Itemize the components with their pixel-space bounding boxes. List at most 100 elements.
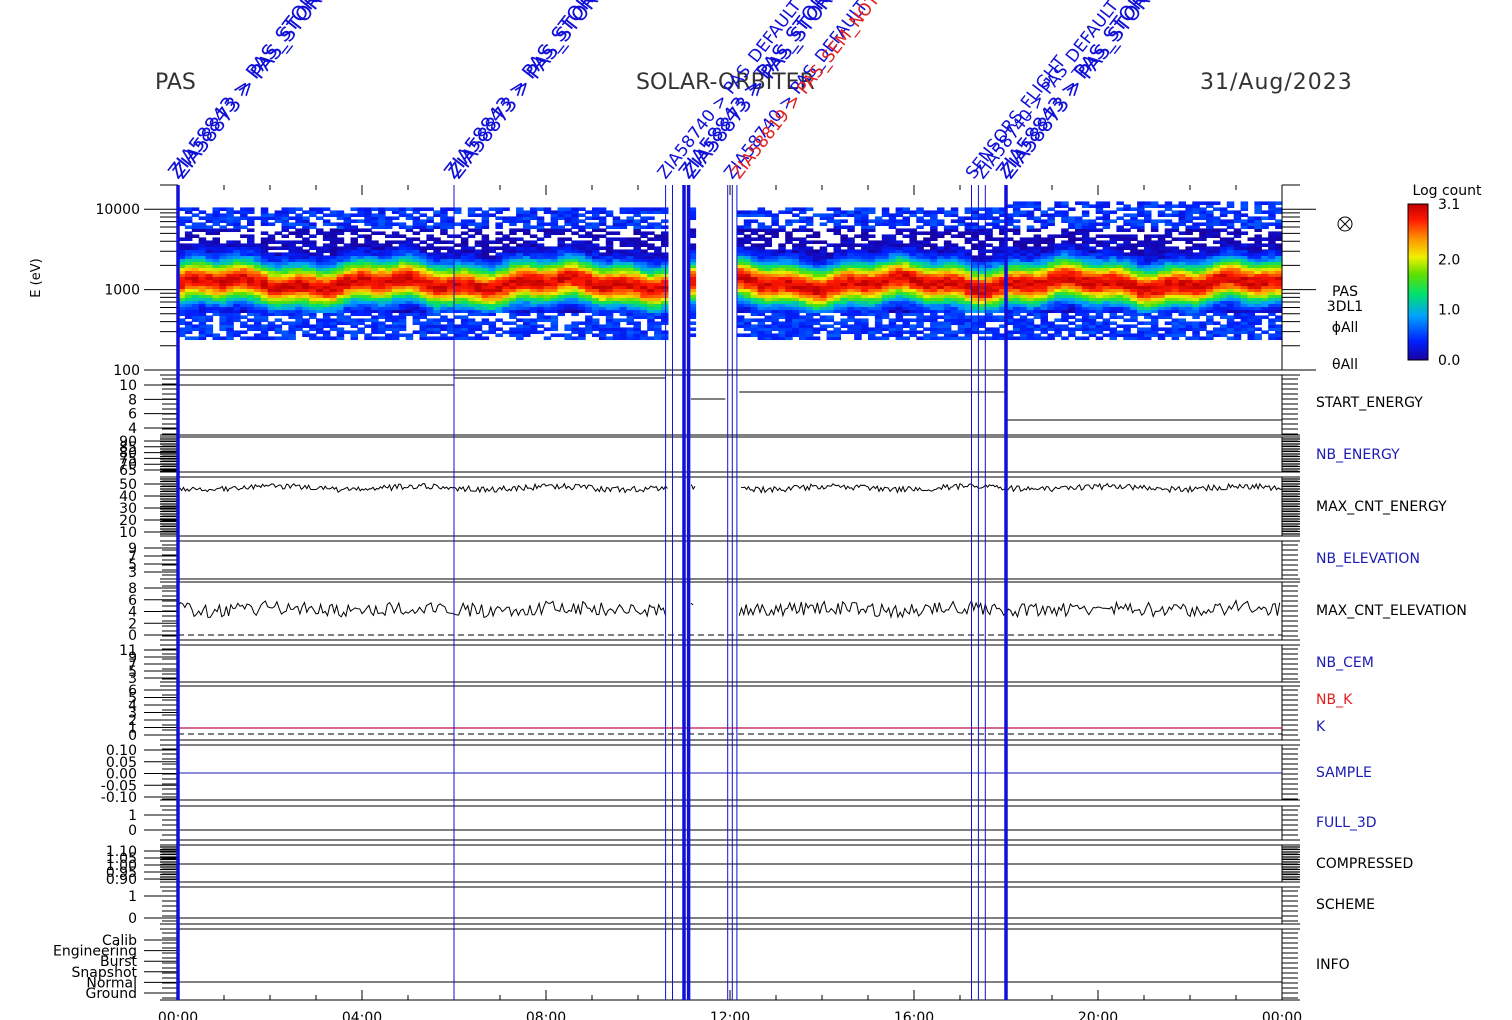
spectrogram-cell (854, 243, 862, 248)
spectrogram-cell (923, 333, 931, 338)
spectrogram-cell (1047, 207, 1055, 212)
spectrogram-cell (184, 336, 193, 341)
spectrogram-cell (454, 222, 462, 227)
spectrogram-cell (743, 318, 752, 323)
spectrogram-cell (792, 213, 800, 218)
spectrogram-cell (916, 207, 924, 212)
spectrogram-cell (1178, 237, 1186, 242)
spectrogram-cell (992, 315, 1000, 320)
spectrogram-cell (426, 336, 434, 341)
spectrogram-cell (322, 219, 331, 224)
spectrogram-cell (764, 249, 772, 254)
spectrogram-cell (309, 324, 317, 329)
spectrogram-cell (654, 246, 662, 251)
spectrogram-cell (1109, 321, 1117, 326)
spectrogram-cell (1095, 321, 1104, 326)
spectrogram-cell (440, 207, 448, 212)
spectrogram-cell (805, 216, 814, 221)
spectrogram-cell (247, 216, 255, 221)
spectrogram-cell (454, 249, 462, 254)
spectrogram-cell (247, 324, 255, 329)
spectrogram-cell (322, 330, 331, 335)
spectrogram-cell (861, 318, 869, 323)
spectrogram-cell (1012, 219, 1021, 224)
spectrogram-cell (736, 225, 745, 230)
spectrogram-cell (529, 207, 538, 212)
spectrogram-cell (840, 234, 848, 239)
spectrogram-cell (474, 240, 483, 245)
spectrogram-cell (447, 246, 455, 251)
spectrogram-cell (578, 234, 586, 239)
spectrogram-cell (992, 327, 1000, 332)
spectrogram-cell (467, 336, 476, 341)
spectrogram-cell (233, 240, 241, 245)
spectrogram-cell (585, 240, 593, 245)
spectrogram-cell (654, 234, 662, 239)
spectrogram-cell (336, 210, 345, 215)
spectrogram-cell (571, 321, 579, 326)
spectrogram-cell (357, 318, 365, 323)
spectrogram-cell (902, 207, 910, 212)
spectrogram-cell (398, 333, 407, 338)
spectrogram-cell (433, 336, 441, 341)
spectrogram-cell (357, 228, 365, 233)
spectrogram-cell (488, 255, 496, 260)
spectrogram-cell (488, 240, 496, 245)
spectrogram-cell (212, 333, 220, 338)
spectrogram-cell (371, 336, 379, 341)
spectrogram-cell (226, 240, 234, 245)
spectrogram-cell (923, 315, 931, 320)
spectrogram-cell (805, 207, 814, 212)
spectrogram-cell (840, 249, 848, 254)
spectrogram-cell (771, 333, 779, 338)
spectrogram-cell (771, 213, 779, 218)
spectrogram-cell (405, 225, 414, 230)
spectrogram-cell (1116, 234, 1124, 239)
spectrogram-cell (578, 240, 586, 245)
spectrogram-cell (1081, 201, 1090, 206)
spectrogram-cell (598, 228, 607, 233)
spectrogram-cell (1026, 225, 1035, 230)
spectrogram-cell (1061, 240, 1069, 245)
spectrogram-cell (488, 207, 496, 212)
spectrogram-cell (1116, 243, 1124, 248)
spectrogram-cell (868, 234, 876, 239)
spectrogram-cell (985, 336, 993, 341)
spectrogram-cell (309, 240, 317, 245)
spectrogram-cell (322, 243, 331, 248)
spectrogram-cell (398, 240, 407, 245)
spectrogram-cell (1033, 216, 1042, 221)
spectrogram-cell (543, 228, 552, 233)
spectrogram-cell (868, 225, 876, 230)
spectrogram-cell (205, 213, 214, 218)
spectrogram-cell (743, 234, 752, 239)
spectrogram-cell (1012, 225, 1021, 230)
spectrogram-cell (778, 243, 786, 248)
spectrogram-cell (536, 324, 545, 329)
spectrogram-cell (322, 207, 331, 212)
spectrogram-cell (288, 240, 296, 245)
spectrogram-cell (495, 327, 503, 332)
spectrogram-cell (529, 318, 538, 323)
spectrogram-cell (454, 324, 462, 329)
spectrogram-cell (992, 216, 1000, 221)
spectrogram-cell (495, 237, 503, 242)
spectrogram-cell (1047, 321, 1055, 326)
spectrogram-cell (433, 237, 441, 242)
spectrogram-cell (267, 252, 276, 257)
spectrogram-cell (467, 234, 476, 239)
spectrogram-cell (640, 231, 648, 236)
spectrogram-cell (557, 237, 565, 242)
spectrogram-cell (633, 237, 641, 242)
spectrogram-cell (1026, 318, 1035, 323)
spectrogram-cell (799, 237, 807, 242)
spectrogram-cell (764, 315, 772, 320)
spectrogram-cell (578, 207, 586, 212)
spectrogram-cell (640, 240, 648, 245)
spectrogram-cell (1081, 210, 1090, 215)
spectrogram-cell (1047, 213, 1055, 218)
spectrogram-cell (1157, 234, 1166, 239)
spectrogram-cell (316, 246, 324, 251)
spectrogram-cell (1164, 213, 1173, 218)
spectrogram-cell (419, 207, 427, 212)
